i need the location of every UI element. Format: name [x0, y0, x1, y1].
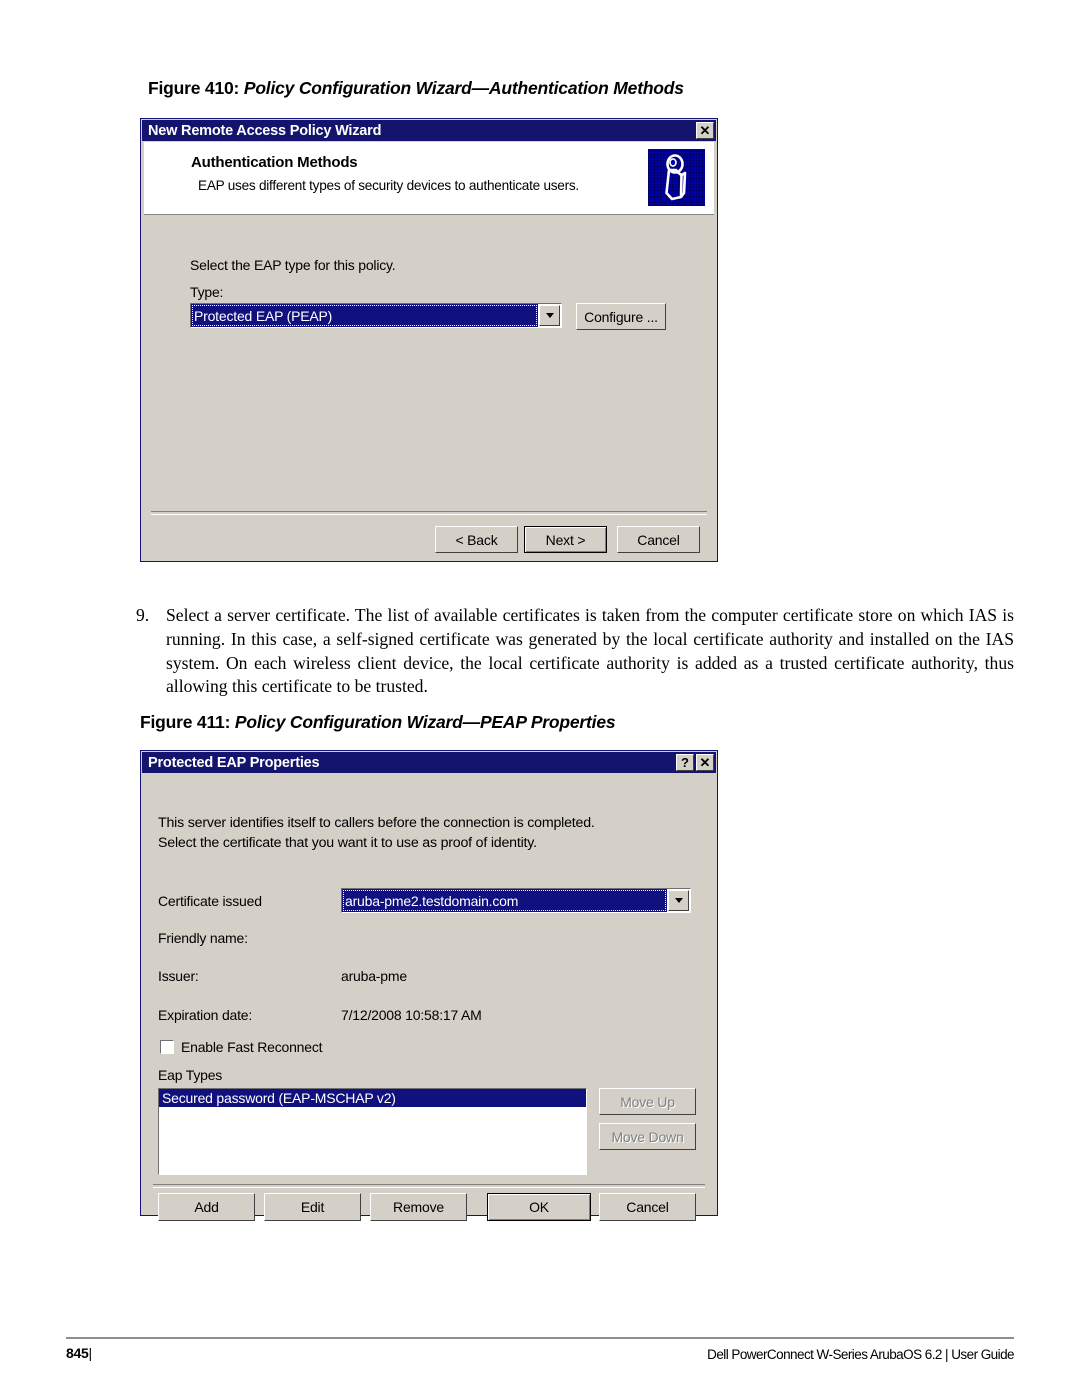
footer-page-number: 845| — [66, 1345, 92, 1361]
close-icon[interactable]: ✕ — [696, 122, 714, 139]
figure-410-caption: Figure 410: Policy Configuration Wizard—… — [148, 78, 684, 99]
new-remote-access-policy-wizard-dialog: New Remote Access Policy Wizard ✕ Authen… — [140, 118, 718, 562]
footer-divider — [66, 1337, 1014, 1339]
eap-types-label: Eap Types — [158, 1067, 223, 1083]
eap-type-selected-value: Protected EAP (PEAP) — [191, 304, 538, 327]
remove-button[interactable]: Remove — [370, 1193, 467, 1221]
peap-titlebar: Protected EAP Properties ? ✕ — [142, 752, 716, 773]
chevron-down-icon[interactable] — [668, 890, 689, 911]
figure-410-title: Policy Configuration Wizard—Authenticati… — [243, 78, 684, 98]
expiration-date-value: 7/12/2008 10:58:17 AM — [341, 1007, 482, 1023]
document-page: Figure 410: Policy Configuration Wizard—… — [0, 0, 1080, 1397]
security-key-icon — [648, 149, 705, 206]
cancel-button[interactable]: Cancel — [617, 526, 700, 553]
wizard-title-text: New Remote Access Policy Wizard — [148, 122, 382, 139]
friendly-name-label: Friendly name: — [158, 930, 248, 946]
enable-fast-reconnect-label: Enable Fast Reconnect — [181, 1039, 323, 1055]
enable-fast-reconnect-checkbox[interactable]: Enable Fast Reconnect — [160, 1039, 323, 1055]
cancel-button[interactable]: Cancel — [599, 1193, 696, 1221]
figure-410-number: Figure 410: — [148, 78, 240, 98]
peap-intro-line-1: This server identifies itself to callers… — [158, 815, 595, 831]
certificate-issued-label: Certificate issued — [158, 893, 262, 909]
close-icon[interactable]: ✕ — [696, 754, 714, 771]
checkbox-box[interactable] — [160, 1040, 174, 1054]
issuer-label: Issuer: — [158, 968, 199, 984]
help-icon[interactable]: ? — [676, 754, 694, 771]
chevron-down-icon[interactable] — [539, 305, 560, 326]
certificate-issued-combobox[interactable]: aruba-pme2.testdomain.com — [341, 888, 691, 913]
step-9-number: 9. — [136, 605, 150, 625]
figure-411-number: Figure 411: — [140, 712, 231, 732]
step-9-text: Select a server certificate. The list of… — [166, 605, 1014, 697]
expiration-date-label: Expiration date: — [158, 1007, 253, 1023]
type-label: Type: — [190, 284, 224, 300]
peap-separator — [153, 1184, 705, 1188]
issuer-value: aruba-pme — [341, 968, 407, 984]
peap-body: This server identifies itself to callers… — [144, 775, 714, 1221]
wizard-header-banner: Authentication Methods EAP uses differen… — [144, 142, 714, 215]
figure-411-title: Policy Configuration Wizard—PEAP Propert… — [234, 712, 616, 732]
next-button[interactable]: Next > — [524, 526, 607, 553]
peap-intro-line-2: Select the certificate that you want it … — [158, 835, 537, 851]
wizard-body: Select the EAP type for this policy. Typ… — [144, 215, 714, 558]
wizard-header-subtitle: EAP uses different types of security dev… — [198, 178, 579, 193]
certificate-issued-value: aruba-pme2.testdomain.com — [342, 889, 667, 912]
peap-intro-text: This server identifies itself to callers… — [158, 813, 595, 853]
list-item[interactable]: Secured password (EAP-MSCHAP v2) — [159, 1089, 586, 1107]
wizard-header-title: Authentication Methods — [191, 154, 358, 171]
add-button[interactable]: Add — [158, 1193, 255, 1221]
eap-type-instruction: Select the EAP type for this policy. — [190, 257, 396, 273]
peap-title-text: Protected EAP Properties — [148, 754, 320, 771]
protected-eap-properties-dialog: Protected EAP Properties ? ✕ This server… — [140, 750, 718, 1221]
figure-411-caption: Figure 411: Policy Configuration Wizard—… — [140, 712, 616, 733]
wizard-separator — [151, 511, 707, 515]
footer-product-text: Dell PowerConnect W-Series ArubaOS 6.2 |… — [707, 1347, 1014, 1362]
back-button[interactable]: < Back — [435, 526, 518, 553]
ok-button[interactable]: OK — [487, 1193, 591, 1221]
move-up-button[interactable]: Move Up — [599, 1088, 696, 1115]
wizard-titlebar: New Remote Access Policy Wizard ✕ — [142, 120, 716, 141]
edit-button[interactable]: Edit — [264, 1193, 361, 1221]
eap-types-listbox[interactable]: Secured password (EAP-MSCHAP v2) — [158, 1088, 587, 1175]
configure-button[interactable]: Configure ... — [576, 303, 666, 330]
eap-type-combobox[interactable]: Protected EAP (PEAP) — [190, 303, 562, 328]
move-down-button[interactable]: Move Down — [599, 1123, 696, 1150]
step-9-paragraph: 9. Select a server certificate. The list… — [136, 604, 1014, 699]
